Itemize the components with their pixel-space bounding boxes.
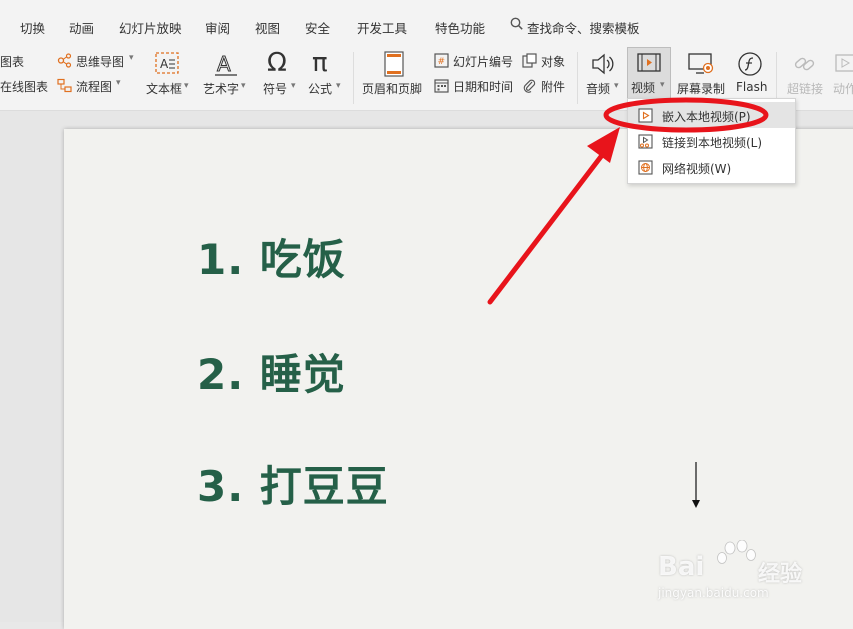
tab-animation[interactable]: 动画	[69, 18, 94, 37]
slide-number-icon: #	[434, 53, 449, 68]
chevron-down-icon: ▾	[660, 80, 665, 90]
textbox-label: 文本框	[146, 82, 183, 96]
menu-item-network-video[interactable]: 网络视频(W)	[628, 154, 795, 180]
audio-label: 音频	[586, 82, 611, 96]
svg-text:A: A	[160, 57, 169, 71]
slide-number-button[interactable]: # 幻灯片编号	[434, 52, 516, 70]
screen-record-icon	[688, 53, 714, 74]
chevron-down-icon: ▾	[291, 81, 296, 91]
calendar-icon	[434, 79, 449, 93]
chart-button[interactable]: 图表	[0, 52, 40, 70]
header-footer-button[interactable]: 页眉和页脚	[362, 48, 426, 108]
ribbon-tab-bar: 切换 动画 幻灯片放映 审阅 视图 安全 开发工具 特色功能 查找命令、搜索模板	[0, 0, 853, 46]
object-button[interactable]: 对象	[522, 52, 572, 70]
online-chart-button[interactable]: 在线图表	[0, 77, 52, 95]
slide-list-item[interactable]: 2. 睡觉	[197, 341, 346, 402]
chevron-down-icon: ▾	[336, 81, 341, 91]
text-cursor	[692, 462, 700, 508]
object-label: 对象	[541, 55, 566, 69]
tab-transition[interactable]: 切换	[20, 18, 45, 37]
menu-item-embed-local-video[interactable]: 嵌入本地视频(P)	[628, 102, 795, 128]
chevron-down-icon: ▾	[129, 53, 134, 63]
online-chart-label: 在线图表	[0, 80, 49, 94]
tab-view[interactable]: 视图	[255, 18, 280, 37]
mindmap-button[interactable]: 思维导图 ▾	[57, 52, 137, 70]
embed-video-icon	[638, 108, 653, 123]
video-dropdown-menu: 嵌入本地视频(P) 链接到本地视频(L) 网络视频(W)	[627, 98, 796, 184]
textbox-button[interactable]: A 文本框 ▾	[146, 48, 194, 108]
watermark-brand-cn: 经验	[758, 562, 803, 587]
attachment-button[interactable]: 附件	[522, 77, 572, 95]
tab-security[interactable]: 安全	[305, 18, 330, 37]
action-icon	[835, 54, 853, 72]
audio-button[interactable]: 音频 ▾	[584, 48, 624, 108]
header-footer-label: 页眉和页脚	[362, 82, 423, 96]
svg-text:A: A	[217, 52, 231, 76]
watermark-url: jingyan.baidu.com	[658, 586, 769, 600]
menu-item-label: 嵌入本地视频(P)	[662, 110, 751, 124]
menu-item-label: 链接到本地视频(L)	[662, 136, 763, 150]
tab-slideshow[interactable]: 幻灯片放映	[119, 18, 182, 37]
command-search[interactable]: 查找命令、搜索模板	[527, 18, 640, 37]
video-icon	[637, 53, 661, 72]
link-icon	[794, 57, 815, 71]
formula-label: 公式	[308, 82, 333, 96]
link-video-icon	[638, 134, 653, 149]
svg-text:#: #	[438, 57, 446, 67]
formula-button[interactable]: π 公式 ▾	[308, 48, 348, 108]
flowchart-label: 流程图	[76, 80, 113, 94]
attachment-label: 附件	[541, 80, 566, 94]
chart-label: 图表	[0, 55, 25, 69]
video-button[interactable]: 视频 ▾	[627, 47, 671, 99]
symbol-button[interactable]: Ω 符号 ▾	[263, 48, 303, 108]
chevron-down-icon: ▾	[614, 81, 619, 91]
globe-video-icon	[638, 160, 653, 175]
search-icon[interactable]	[510, 17, 523, 30]
chevron-down-icon: ▾	[184, 81, 189, 91]
speaker-icon	[592, 53, 614, 75]
hyperlink-label: 超链接	[787, 82, 824, 96]
chevron-down-icon: ▾	[116, 78, 121, 88]
date-time-button[interactable]: 日期和时间	[434, 77, 516, 95]
wordart-icon: A	[215, 52, 237, 77]
flowchart-icon	[57, 78, 72, 93]
separator	[776, 52, 777, 104]
mindmap-icon	[57, 53, 72, 68]
tab-features[interactable]: 特色功能	[435, 18, 485, 37]
paperclip-icon	[523, 79, 536, 93]
slide-list-item[interactable]: 1. 吃饭	[197, 226, 346, 287]
menu-item-label: 网络视频(W)	[662, 162, 732, 176]
wordart-button[interactable]: A 艺术字 ▾	[203, 48, 251, 108]
mindmap-label: 思维导图	[76, 55, 125, 69]
wordart-label: 艺术字	[203, 82, 240, 96]
slide-number-label: 幻灯片编号	[453, 55, 514, 69]
menu-item-link-local-video[interactable]: 链接到本地视频(L)	[628, 128, 795, 154]
video-label: 视频	[631, 81, 656, 95]
slide-list-item[interactable]: 3. 打豆豆	[197, 453, 389, 514]
separator	[577, 52, 578, 104]
separator	[353, 52, 354, 104]
action-button[interactable]: 动作	[832, 48, 853, 108]
tab-developer[interactable]: 开发工具	[357, 18, 407, 37]
symbol-label: 符号	[263, 82, 288, 96]
date-time-label: 日期和时间	[453, 80, 514, 94]
header-footer-icon	[384, 51, 404, 77]
chevron-down-icon: ▾	[241, 81, 246, 91]
pi-icon: π	[312, 48, 328, 78]
action-label: 动作	[833, 82, 853, 96]
tab-review[interactable]: 审阅	[205, 18, 230, 37]
object-icon	[522, 53, 537, 68]
flash-label: Flash	[736, 80, 768, 94]
omega-icon: Ω	[267, 48, 287, 78]
screen-record-label: 屏幕录制	[677, 82, 726, 96]
textbox-icon: A	[155, 52, 179, 74]
flash-icon	[738, 52, 762, 76]
watermark-brand: Bai	[658, 552, 705, 582]
flowchart-button[interactable]: 流程图 ▾	[57, 77, 127, 95]
